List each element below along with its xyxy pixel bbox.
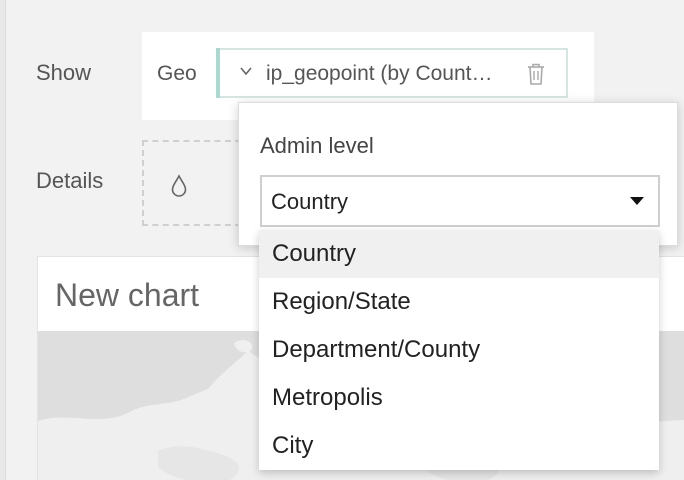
chart-title[interactable]: New chart xyxy=(55,277,199,314)
details-row-label: Details xyxy=(36,168,104,193)
option-city[interactable]: City xyxy=(259,422,659,470)
droplet-icon xyxy=(171,174,187,197)
option-region-state[interactable]: Region/State xyxy=(259,278,659,326)
admin-level-label: Admin level xyxy=(260,133,374,158)
admin-level-popover: Admin level Country xyxy=(238,102,678,246)
option-country[interactable]: Country xyxy=(259,230,659,278)
geo-field-pill[interactable]: ip_geopoint (by Count… xyxy=(220,48,568,98)
geo-field-name: ip_geopoint (by Count… xyxy=(266,62,493,85)
admin-level-select[interactable]: Country xyxy=(260,175,660,227)
geo-label: Geo xyxy=(157,62,197,85)
show-row-label: Show xyxy=(36,60,92,85)
trash-icon[interactable] xyxy=(526,62,546,86)
left-panel-edge xyxy=(0,0,6,480)
option-metropolis[interactable]: Metropolis xyxy=(259,374,659,422)
admin-level-selected-value: Country xyxy=(271,189,349,214)
admin-level-options: Country Region/State Department/County M… xyxy=(259,230,659,470)
chevron-down-icon[interactable] xyxy=(240,65,252,77)
option-department-county[interactable]: Department/County xyxy=(259,326,659,374)
caret-down-icon[interactable] xyxy=(630,197,644,205)
